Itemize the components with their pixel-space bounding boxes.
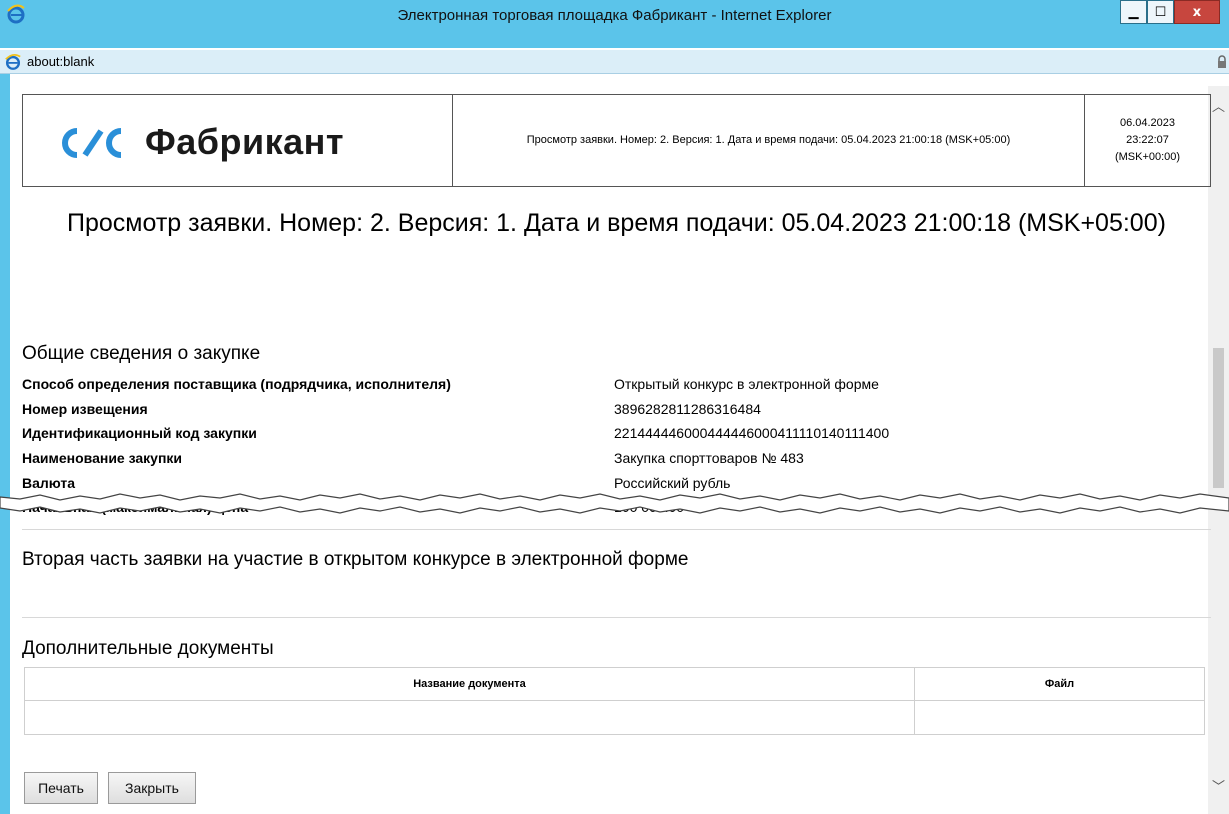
general-section-title: Общие сведения о закупке [22, 343, 261, 364]
print-button[interactable]: Печать [24, 772, 98, 804]
close-icon: x [1192, 4, 1202, 20]
url-text: about:blank [27, 54, 95, 69]
scroll-down-icon[interactable]: ﹀ [1212, 776, 1225, 795]
address-bar[interactable]: about:blank [0, 50, 1229, 74]
info-label: Способ определения поставщика (подрядчик… [22, 376, 451, 393]
maximize-icon: ☐ [1154, 4, 1167, 20]
page-title: Просмотр заявки. Номер: 2. Версия: 1. Да… [67, 209, 1166, 237]
logo-text: Фабрикант [145, 121, 345, 162]
info-label: Номер извещения [22, 400, 148, 417]
logo-cell: Фабрикант [23, 95, 453, 186]
fabrikant-logo-icon [62, 128, 122, 158]
second-part-title: Вторая часть заявки на участие в открыто… [22, 549, 689, 570]
scrollbar-thumb[interactable] [1213, 348, 1224, 488]
page-icon [5, 53, 21, 70]
info-row: Номер извещения 3896282811286316484 [22, 397, 1211, 422]
documents-table: Название документа Файл [24, 667, 1205, 735]
table-cell [914, 700, 1205, 735]
divider [22, 529, 1211, 530]
minimize-button[interactable]: ▁ [1120, 0, 1147, 24]
column-header-document-name: Название документа [24, 667, 915, 701]
torn-page-separator [0, 493, 1229, 514]
info-row: Способ определения поставщика (подрядчик… [22, 372, 1211, 397]
info-value: 3896282811286316484 [614, 400, 761, 417]
window-frame [0, 74, 10, 814]
header-time: 23:22:07 [1126, 134, 1169, 146]
divider [22, 617, 1211, 618]
window-titlebar: Электронная торговая площадка Фабрикант … [0, 0, 1229, 48]
additional-docs-title: Дополнительные документы [22, 638, 274, 659]
maximize-button[interactable]: ☐ [1147, 0, 1174, 24]
info-value: 221444446000444446000411110140111400 [614, 425, 890, 442]
info-value: Закупка спорттоваров № 483 [614, 450, 804, 467]
window-title: Электронная торговая площадка Фабрикант … [397, 7, 832, 24]
table-cell [24, 700, 915, 735]
info-row: Идентификационный код закупки 2214444460… [22, 421, 1211, 446]
page-content: Фабрикант Просмотр заявки. Номер: 2. Вер… [10, 86, 1211, 814]
info-value: Открытый конкурс в электронной форме [614, 376, 879, 393]
header-datetime: 06.04.2023 23:22:07 (MSK+00:00) [1085, 95, 1210, 186]
info-row: Наименование закупки Закупка спорттоваро… [22, 446, 1211, 471]
header-date: 06.04.2023 [1119, 117, 1176, 129]
lock-icon [1218, 55, 1226, 68]
info-label: Идентификационный код закупки [22, 425, 257, 442]
scroll-up-icon[interactable]: ︿ [1212, 96, 1225, 115]
info-label: Наименование закупки [22, 450, 183, 467]
page-header: Фабрикант Просмотр заявки. Номер: 2. Вер… [22, 94, 1211, 187]
close-window-button[interactable]: x [1174, 0, 1220, 24]
column-header-file: Файл [914, 667, 1205, 701]
header-timezone: (MSK+00:00) [1114, 151, 1181, 163]
table-row [24, 700, 1205, 735]
header-description: Просмотр заявки. Номер: 2. Версия: 1. Да… [453, 95, 1085, 186]
close-button[interactable]: Закрыть [108, 772, 196, 804]
table-header-row: Название документа Файл [24, 667, 1205, 701]
vertical-scrollbar[interactable]: ︿ ﹀ [1208, 86, 1229, 814]
minimize-icon: ▁ [1128, 4, 1139, 20]
